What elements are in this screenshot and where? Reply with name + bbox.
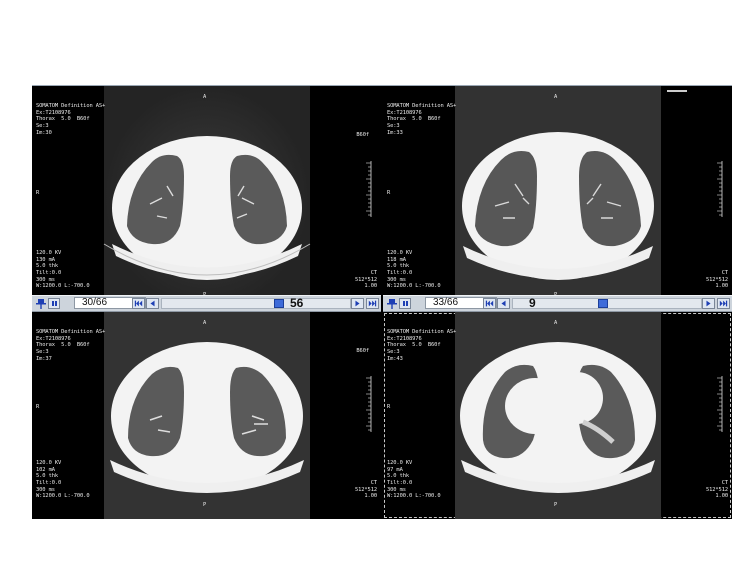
info-bottom-left: 120.0 KV 118 mA 5.0 thk Tilt:0.0 300 ms W:120… [387, 250, 441, 290]
info-top-left: SOMATOM Definition AS+ Ex:T2108976 Thorax … [387, 103, 457, 136]
orientation-top: A [554, 320, 558, 326]
info-bottom-left: 120.0 KV 130 mA 5.0 thk Tilt:0.0 300 ms W:120… [36, 250, 90, 290]
next-frame-icon[interactable] [702, 298, 715, 309]
slice-total: /66 [93, 297, 108, 308]
slice-total: /66 [444, 297, 459, 308]
last-frame-icon[interactable] [366, 298, 379, 309]
prev-frame-icon[interactable] [497, 298, 510, 309]
orientation-bottom: P [203, 502, 207, 509]
slider-thumb[interactable] [598, 299, 608, 308]
info-bottom-left: 120.0 KV 102 mA 5.0 thk Tilt:0.0 300 ms W:120… [36, 460, 90, 500]
viewer-area: SOMATOM Definition AS+ Ex:T2108976 Thorax … [32, 86, 732, 519]
slider-value: 9 [529, 296, 536, 310]
last-frame-icon[interactable] [717, 298, 730, 309]
orientation-top: A [203, 94, 207, 100]
slice-current: 33 [433, 297, 445, 308]
pause-icon[interactable] [48, 298, 60, 309]
info-bottom-right: CT 512*512 1.00 [705, 480, 728, 500]
orientation-side: R [387, 190, 391, 196]
frame-slider[interactable] [161, 298, 351, 309]
orientation-side: R [387, 404, 391, 410]
kernel-label: B60f [356, 348, 369, 354]
frame-slider[interactable] [512, 298, 702, 309]
frame-toolbar-right: 33/66 9 [383, 295, 732, 312]
prev-frame-icon[interactable] [146, 298, 159, 309]
pause-icon[interactable] [399, 298, 411, 309]
frame-toolbar-left: 30/66 56 [32, 295, 381, 312]
slider-value: 56 [290, 296, 304, 310]
info-top-left: SOMATOM Definition AS+ Ex:T2108976 Thorax … [36, 103, 106, 136]
viewport-top-right[interactable]: SOMATOM Definition AS+ Ex:T2108976 Thorax … [383, 86, 732, 309]
pin-icon[interactable] [387, 298, 397, 309]
info-bottom-left: 120.0 KV 97 mA 5.0 thk Tilt:0.0 300 ms W:1200… [387, 460, 441, 500]
orientation-side: R [36, 404, 40, 410]
orientation-top: A [554, 94, 558, 100]
kernel-label: B60f [356, 132, 369, 138]
viewport-top-left[interactable]: SOMATOM Definition AS+ Ex:T2108976 Thorax … [32, 86, 381, 309]
info-bottom-right: CT 512*512 1.00 [354, 480, 377, 500]
first-frame-icon[interactable] [132, 298, 145, 309]
orientation-top: A [203, 320, 207, 326]
pin-icon[interactable] [36, 298, 46, 309]
slice-current: 30 [82, 297, 94, 308]
viewport-bottom-right[interactable]: SOMATOM Definition AS+ Ex:T2108976 Thorax … [383, 312, 732, 519]
scale-ruler [366, 161, 372, 217]
info-top-left: SOMATOM Definition AS+ Ex:T2108976 Thorax … [387, 329, 457, 362]
info-top-left: SOMATOM Definition AS+ Ex:T2108976 Thorax … [36, 329, 106, 362]
scale-ruler [366, 376, 372, 432]
scale-ruler [717, 161, 723, 217]
viewport-bottom-left[interactable]: SOMATOM Definition AS+ Ex:T2108976 Thorax … [32, 312, 381, 519]
slider-thumb[interactable] [274, 299, 284, 308]
orientation-bottom: P [554, 502, 558, 509]
next-frame-icon[interactable] [351, 298, 364, 309]
scale-ruler [717, 376, 723, 432]
orientation-side: R [36, 190, 40, 196]
first-frame-icon[interactable] [483, 298, 496, 309]
